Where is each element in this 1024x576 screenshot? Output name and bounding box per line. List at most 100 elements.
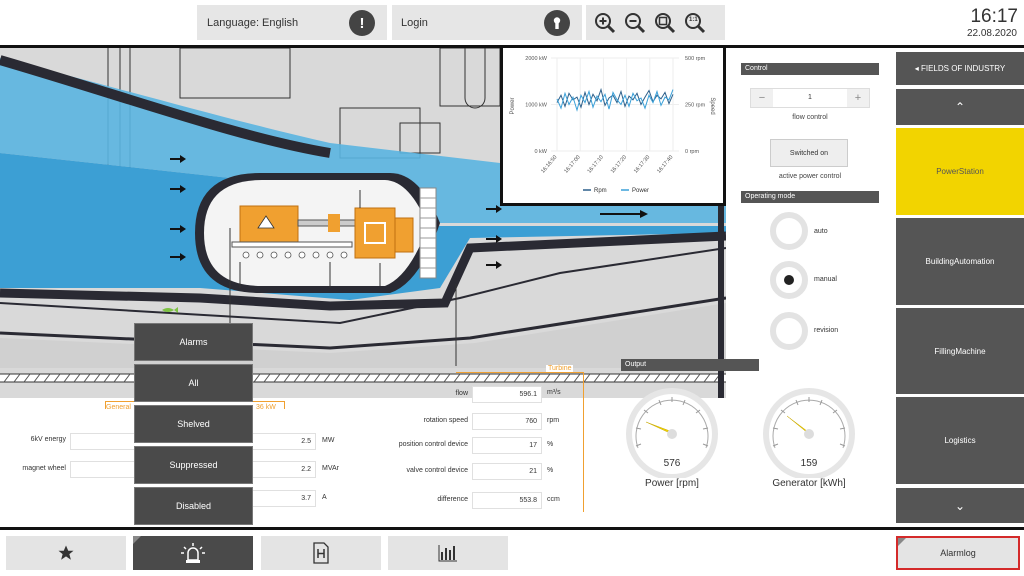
mode-revision-radio[interactable] (770, 312, 808, 350)
mode-revision-label: revision (814, 327, 839, 334)
turbine-row-value: 17 (472, 437, 542, 454)
chart-legend-label: Rpm (594, 188, 607, 194)
power-gauge-value: 576 (663, 458, 681, 469)
flow-value-input[interactable]: 1 (773, 89, 847, 107)
alarms-filter-shelved[interactable]: Shelved (134, 405, 253, 443)
power-speed-chart: 16:16:50 16:17:00 16:17:10 16:17:20 16:17:30… (500, 48, 726, 206)
chart-right-tick: 500 rpm (685, 56, 706, 62)
language-label: Language: English (207, 16, 299, 29)
language-selector[interactable]: Language: English ! (197, 5, 387, 40)
generator-title: General (106, 404, 131, 411)
login-label: Login (401, 16, 428, 29)
keyhole-icon (544, 10, 570, 36)
turbine-row-label: position control device (398, 441, 468, 448)
active-power-label: active power control (778, 173, 842, 180)
nav-item-powerstation[interactable]: PowerStation (896, 128, 1024, 215)
mode-auto-label: auto (814, 228, 828, 235)
star-icon (58, 545, 74, 560)
generator-power-label: 36 kW (256, 404, 276, 411)
power-gauge-label: Power [rpm] (645, 478, 699, 489)
nav-item-logistics[interactable]: Logistics (896, 397, 1024, 484)
favorites-button[interactable] (6, 536, 126, 570)
login-button[interactable]: Login (392, 5, 582, 40)
operating-mode-header: Operating mode (741, 191, 879, 203)
nav-item-buildingautomation[interactable]: BuildingAutomation (896, 218, 1024, 305)
bar-chart-icon (438, 545, 457, 562)
alarms-button[interactable] (133, 536, 253, 570)
clock-time: 16:17 (970, 6, 1018, 27)
turbine-row-unit: % (547, 441, 554, 448)
chart-left-tick: 1000 kW (525, 103, 548, 109)
trends-button[interactable] (388, 536, 508, 570)
alarm-siren-icon (181, 543, 205, 563)
turbine-row-label: flow (455, 390, 468, 397)
mode-auto-radio[interactable] (770, 212, 808, 250)
language-speech-icon: ! (349, 10, 375, 36)
fields-of-industry-back-button[interactable]: ◂ FIELDS OF INDUSTRY (896, 52, 1024, 85)
nav-scroll-up-button[interactable]: ⌃ (896, 89, 1024, 125)
nav-scroll-down-button[interactable]: ⌄ (896, 488, 1024, 523)
nav-item-fillingmachine[interactable]: FillingMachine (896, 308, 1024, 394)
mode-manual-label: manual (814, 276, 837, 283)
chart-x-tick: 16:17:40 (656, 154, 674, 174)
active-power-switch-button[interactable]: Switched on (770, 139, 848, 167)
flow-decrement-button[interactable]: − (751, 89, 773, 107)
chart-x-tick: 16:17:10 (587, 154, 605, 174)
generator-row-label: 6kV energy (30, 436, 66, 443)
alarms-filter-suppressed[interactable]: Suppressed (134, 446, 253, 484)
chart-x-tick: 16:17:00 (563, 154, 581, 174)
alarmlog-button[interactable]: Alarmlog (896, 536, 1020, 570)
turbine-row-unit: m³/s (547, 389, 561, 396)
alarmlog-corner-marker (898, 538, 906, 546)
history-button[interactable] (261, 536, 381, 570)
zoom-toolbar: 1:1 (586, 5, 725, 40)
zoom-reset-icon[interactable]: 1:1 (680, 5, 710, 40)
turbine-row-unit: % (547, 467, 554, 474)
chart-right-tick: 0 rpm (685, 149, 699, 155)
history-document-icon (313, 542, 329, 564)
turbine-row-value: 553.8 (472, 492, 542, 509)
active-corner-marker (133, 536, 141, 544)
flow-control-stepper: − 1 + (750, 88, 870, 108)
turbine-row-label: rotation speed (423, 417, 468, 424)
turbine-row-value: 596.1 (472, 386, 542, 403)
alarms-menu-header[interactable]: Alarms (134, 323, 253, 361)
turbine-row-unit: ccm (547, 496, 560, 503)
generator-row-value: 3.7 (250, 490, 316, 507)
turbine-row-label: difference (437, 496, 468, 503)
scada-screen: Language: English ! Login 1:1 16:17 22.0… (0, 0, 1024, 576)
flow-increment-button[interactable]: + (847, 89, 869, 107)
clock-date: 22.08.2020 (966, 28, 1017, 39)
zoom-out-icon[interactable] (620, 5, 650, 40)
control-section-header: Control (741, 63, 879, 75)
turbine-title: Turbine (546, 365, 574, 372)
generator-gauge-value: 159 (800, 458, 818, 469)
mode-manual-radio[interactable] (770, 261, 808, 299)
chart-legend-label: Power (632, 188, 649, 194)
footer-divider (0, 527, 1024, 530)
radio-selected-dot (784, 275, 794, 285)
chart-x-tick: 16:17:30 (633, 154, 651, 174)
chart-y-right-axis-label: Speed (709, 97, 715, 114)
chart-x-tick: 16:16:50 (540, 154, 558, 174)
turbine-row-unit: rpm (547, 417, 560, 424)
zoom-in-icon[interactable] (590, 5, 620, 40)
alarmlog-label: Alarmlog (940, 548, 976, 558)
chart-x-tick: 16:17:20 (610, 154, 628, 174)
turbine-row-label: valve control device (406, 467, 468, 474)
chart-left-tick: 2000 kW (525, 56, 548, 62)
generator-row-unit: A (322, 494, 327, 501)
chart-y-axis-label: Power (510, 97, 516, 114)
turbine-row-value: 760 (472, 413, 542, 430)
alarms-filter-all[interactable]: All (134, 364, 253, 402)
generator-row-label: magnet wheel (22, 465, 66, 472)
output-section-header: Output (621, 359, 759, 371)
chart-right-tick: 250 rpm (685, 103, 706, 109)
alarms-filter-disabled[interactable]: Disabled (134, 487, 253, 525)
chart-left-tick: 0 kW (534, 149, 547, 155)
zoom-fit-icon[interactable] (650, 5, 680, 40)
generator-gauge-label: Generator [kWh] (772, 478, 846, 489)
turbine-row-value: 21 (472, 463, 542, 480)
flow-control-label: flow control (792, 114, 828, 121)
zoom-reset-label: 1:1 (689, 17, 698, 23)
